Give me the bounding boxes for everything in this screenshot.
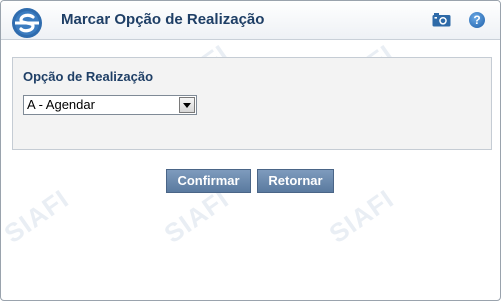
- select-value: A - Agendar: [27, 97, 95, 112]
- siafi-logo-icon: [12, 8, 42, 38]
- watermark: SIAFI: [323, 183, 400, 249]
- page-title: Marcar Opção de Realização: [61, 11, 265, 28]
- watermark: SIAFI: [0, 183, 75, 249]
- form-panel: Opção de Realização A - Agendar: [12, 57, 492, 150]
- realization-option-select[interactable]: A - Agendar: [23, 95, 197, 115]
- dialog-window: SIAFI SIAFI SIAFI SIAFI SIAFI Marcar Opç…: [0, 0, 501, 301]
- return-button[interactable]: Retornar: [257, 169, 334, 193]
- title-bar: Marcar Opção de Realização ?: [1, 1, 500, 40]
- help-icon[interactable]: ?: [469, 12, 485, 28]
- chevron-down-icon[interactable]: [179, 97, 195, 113]
- confirm-button[interactable]: Confirmar: [166, 169, 251, 193]
- camera-icon[interactable]: [432, 12, 451, 27]
- realization-option-label: Opção de Realização: [23, 69, 154, 84]
- watermark: SIAFI: [158, 183, 235, 249]
